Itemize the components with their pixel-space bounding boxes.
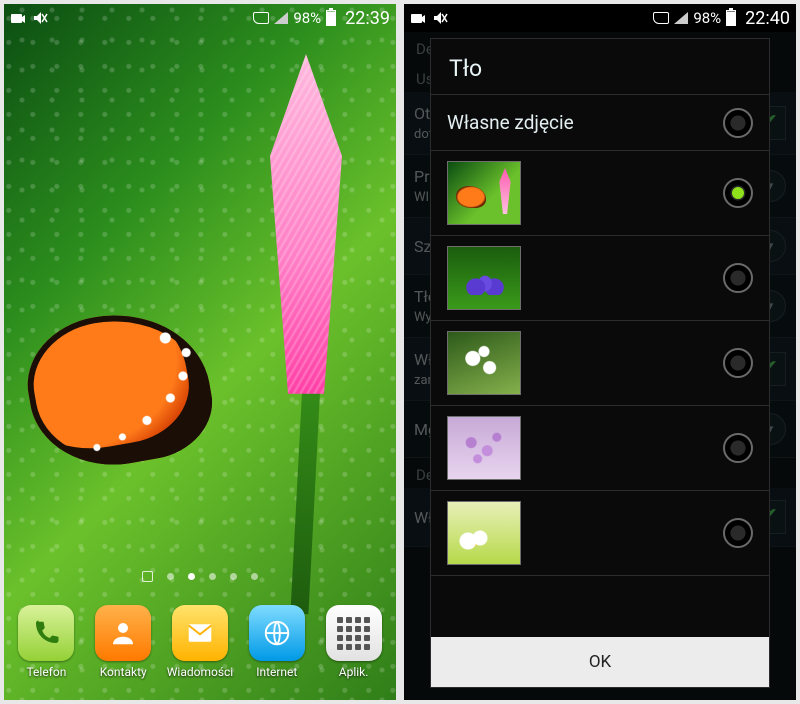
mute-icon — [32, 10, 48, 26]
page-dot[interactable] — [251, 573, 258, 580]
messages-icon — [172, 605, 228, 661]
ok-button[interactable]: OK — [431, 637, 769, 687]
signal-icon — [274, 12, 288, 24]
battery-icon — [326, 10, 336, 26]
signal-icon — [674, 12, 688, 24]
page-dot[interactable] — [209, 573, 216, 580]
radio-button[interactable] — [723, 108, 753, 138]
radio-button[interactable] — [723, 263, 753, 293]
dialog-option-list[interactable]: Własne zdjęcie — [431, 94, 769, 637]
phone-settings-screen: 98% 22:40 Deszcz Ustawien Otwdotk ✔ Prze… — [404, 4, 796, 700]
contacts-icon — [95, 605, 151, 661]
app-label: Aplik. — [339, 665, 369, 679]
app-label: Internet — [256, 665, 297, 679]
app-internet[interactable]: Internet — [241, 605, 313, 679]
dialog-option-own-photo[interactable]: Własne zdjęcie — [431, 95, 769, 151]
status-bar: 98% 22:40 — [404, 4, 796, 32]
thumbnail — [447, 161, 521, 225]
phone-home-screen: 98% 22:39 Telefon Kontakty — [4, 4, 396, 700]
clock: 22:39 — [345, 8, 390, 29]
page-dot[interactable] — [230, 573, 237, 580]
app-label: Wiadomości — [167, 665, 233, 679]
globe-icon — [249, 605, 305, 661]
status-bar: 98% 22:39 — [4, 4, 396, 32]
battery-pct: 98% — [293, 9, 321, 27]
thumbnail — [447, 246, 521, 310]
apps-icon — [326, 605, 382, 661]
dock: Telefon Kontakty Wiadomości Internet Apl… — [4, 590, 396, 700]
mute-icon — [432, 10, 448, 26]
dialog-option-plumeria[interactable] — [431, 491, 769, 576]
radio-button[interactable] — [723, 433, 753, 463]
cast-icon — [653, 12, 669, 24]
app-messages[interactable]: Wiadomości — [164, 605, 236, 679]
dialog-title: Tło — [431, 39, 769, 94]
home-page-dot[interactable] — [142, 571, 153, 582]
app-contacts[interactable]: Kontakty — [87, 605, 159, 679]
radio-button[interactable] — [723, 518, 753, 548]
dialog-option-white-flowers[interactable] — [431, 321, 769, 406]
app-label: Telefon — [26, 665, 66, 679]
dialog-option-crocus[interactable] — [431, 236, 769, 321]
camera-icon — [410, 10, 426, 26]
radio-button[interactable] — [723, 348, 753, 378]
radio-button-selected[interactable] — [723, 178, 753, 208]
battery-pct: 98% — [693, 9, 721, 27]
app-label: Kontakty — [100, 665, 147, 679]
dialog-option-butterfly[interactable] — [431, 151, 769, 236]
clock: 22:40 — [745, 8, 790, 29]
phone-icon — [18, 605, 74, 661]
page-dot-active[interactable] — [188, 573, 195, 580]
thumbnail — [447, 416, 521, 480]
camera-icon — [10, 10, 26, 26]
battery-icon — [726, 10, 736, 26]
thumbnail — [447, 501, 521, 565]
app-drawer[interactable]: Aplik. — [318, 605, 390, 679]
page-dot[interactable] — [167, 573, 174, 580]
background-picker-dialog: Tło Własne zdjęcie — [430, 38, 770, 688]
page-indicator[interactable] — [4, 573, 396, 582]
option-label: Własne zdjęcie — [447, 111, 574, 134]
app-phone[interactable]: Telefon — [10, 605, 82, 679]
thumbnail — [447, 331, 521, 395]
cast-icon — [253, 12, 269, 24]
dialog-option-lilac[interactable] — [431, 406, 769, 491]
